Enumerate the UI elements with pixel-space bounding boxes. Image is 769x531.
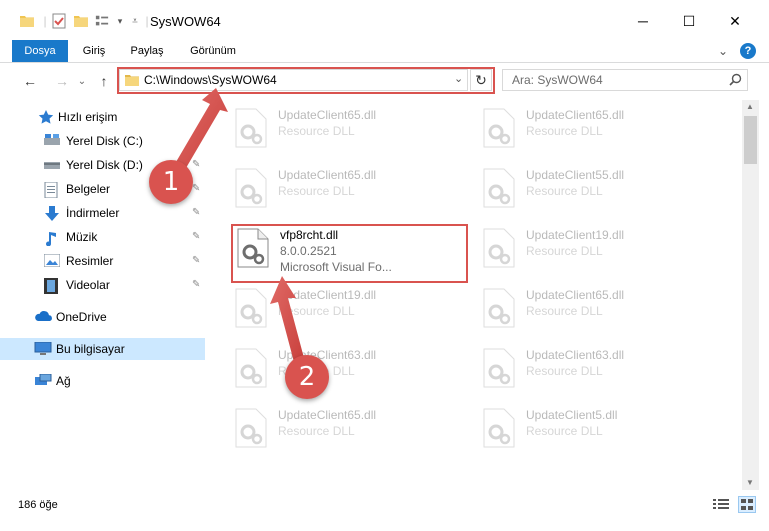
scroll-thumb[interactable]: [744, 116, 757, 164]
tab-gorunum[interactable]: Görünüm: [182, 40, 244, 62]
forward-button[interactable]: →: [52, 71, 72, 91]
tab-paylas[interactable]: Paylaş: [124, 40, 170, 62]
dll-file-icon: [234, 168, 270, 210]
sidebar-item-videos[interactable]: Videolar ✎: [0, 274, 205, 296]
dll-file-icon: [482, 168, 518, 210]
music-icon: [44, 230, 60, 247]
dll-file-icon: [234, 108, 270, 150]
new-folder-icon[interactable]: [74, 13, 88, 29]
sidebar-item-onedrive[interactable]: OneDrive: [0, 306, 205, 328]
pin-icon[interactable]: ✎: [192, 159, 200, 170]
pin-icon[interactable]: ✎: [192, 231, 200, 242]
close-button[interactable]: ✕: [712, 6, 758, 36]
list-item[interactable]: UpdateClient55.dll Resource DLL: [470, 160, 710, 218]
search-placeholder: Ara: SysWOW64: [512, 73, 603, 87]
download-icon: [44, 206, 60, 221]
properties-icon[interactable]: [52, 13, 66, 29]
sidebar-item-local-disk-c[interactable]: Yerel Disk (C:) ✎: [0, 130, 205, 152]
list-item[interactable]: UpdateClient65.dll Resource DLL: [222, 160, 462, 218]
dropdown-arrow-icon[interactable]: ▾: [113, 13, 127, 29]
details-view-icon[interactable]: [713, 498, 729, 514]
documents-icon: [44, 181, 60, 199]
network-icon: [34, 373, 52, 388]
status-bar: 186 öğe: [0, 492, 769, 518]
separator-icon: |: [43, 14, 47, 28]
dll-file-icon: [482, 348, 518, 390]
dll-file-icon: [234, 288, 270, 330]
sidebar-item-this-pc[interactable]: Bu bilgisayar: [0, 338, 205, 360]
explorer-window: | ▾ ⩡ | SysWOW64 ─ ☐ ✕ Dosya Giriş Payla…: [0, 0, 769, 531]
list-item[interactable]: UpdateClient65.dll Resource DLL: [470, 100, 710, 158]
pin-icon[interactable]: ✎: [192, 183, 200, 194]
pin-icon[interactable]: ✎: [192, 207, 200, 218]
scroll-up-icon[interactable]: ▲: [746, 102, 754, 111]
maximize-button[interactable]: ☐: [666, 6, 712, 36]
customize-icon[interactable]: [95, 13, 109, 29]
dll-file-icon: [482, 408, 518, 450]
sidebar-item-quick-access[interactable]: Hızlı erişim: [0, 106, 205, 128]
address-highlight-box: [117, 67, 495, 94]
vertical-scrollbar[interactable]: ▲ ▼: [742, 100, 759, 490]
onedrive-icon: [34, 310, 52, 324]
list-item[interactable]: UpdateClient63.dll Resource DLL: [470, 340, 710, 398]
callout-2: 2: [285, 355, 329, 399]
search-icon: [729, 73, 742, 89]
navigation-pane: Hızlı erişim Yerel Disk (C:) ✎ Yerel Dis…: [0, 100, 209, 490]
file-list: UpdateClient65.dll Resource DLL UpdateCl…: [222, 100, 742, 490]
dll-file-icon: [482, 108, 518, 150]
dll-file-icon: [234, 348, 270, 390]
title-bar: | ▾ ⩡ | SysWOW64 ─ ☐ ✕: [0, 0, 769, 40]
ribbon-tabs: Dosya Giriş Paylaş Görünüm ⌄ ?: [0, 40, 769, 62]
folder-icon: [20, 13, 34, 29]
recent-locations-button[interactable]: ⌄: [76, 71, 88, 91]
pin-icon[interactable]: ✎: [192, 135, 200, 146]
pin-icon[interactable]: ✎: [192, 255, 200, 266]
pin-icon[interactable]: ✎: [192, 279, 200, 290]
sidebar-item-music[interactable]: Müzik ✎: [0, 226, 205, 248]
tab-dosya[interactable]: Dosya: [12, 40, 68, 62]
search-input[interactable]: Ara: SysWOW64: [502, 69, 748, 91]
callout-1: 1: [149, 160, 193, 204]
tiles-view-icon[interactable]: [738, 496, 756, 513]
list-item[interactable]: UpdateClient19.dll Resource DLL: [222, 280, 462, 338]
dll-file-icon: [482, 228, 518, 270]
videos-icon: [44, 278, 60, 294]
drive-icon: [44, 134, 60, 148]
file-highlight-box: [231, 224, 468, 283]
list-item[interactable]: UpdateClient65.dll Resource DLL: [222, 400, 462, 458]
help-icon[interactable]: ?: [740, 43, 756, 59]
expand-ribbon-icon[interactable]: ⌄: [714, 40, 732, 62]
dll-file-icon: [482, 288, 518, 330]
list-item[interactable]: UpdateClient65.dll Resource DLL: [222, 100, 462, 158]
star-icon: [38, 110, 54, 124]
list-item[interactable]: UpdateClient5.dll Resource DLL: [470, 400, 710, 458]
window-title: SysWOW64: [150, 14, 221, 29]
back-button[interactable]: ←: [20, 71, 40, 91]
list-item[interactable]: UpdateClient65.dll Resource DLL: [470, 280, 710, 338]
sidebar-item-pictures[interactable]: Resimler ✎: [0, 250, 205, 272]
list-item[interactable]: UpdateClient63.dll Resource DLL: [222, 340, 462, 398]
dll-file-icon: [234, 408, 270, 450]
sidebar-item-network[interactable]: Ağ: [0, 370, 205, 392]
sidebar-item-downloads[interactable]: İndirmeler ✎: [0, 202, 205, 224]
minimize-button[interactable]: ─: [620, 6, 666, 36]
tab-giris[interactable]: Giriş: [74, 40, 114, 62]
drive-icon: [44, 158, 60, 172]
list-item[interactable]: UpdateClient19.dll Resource DLL: [470, 220, 710, 278]
computer-icon: [34, 341, 52, 356]
pictures-icon: [43, 253, 61, 268]
item-count: 186 öğe: [18, 499, 58, 511]
up-button[interactable]: ↑: [94, 71, 114, 91]
scroll-down-icon[interactable]: ▼: [746, 478, 754, 487]
